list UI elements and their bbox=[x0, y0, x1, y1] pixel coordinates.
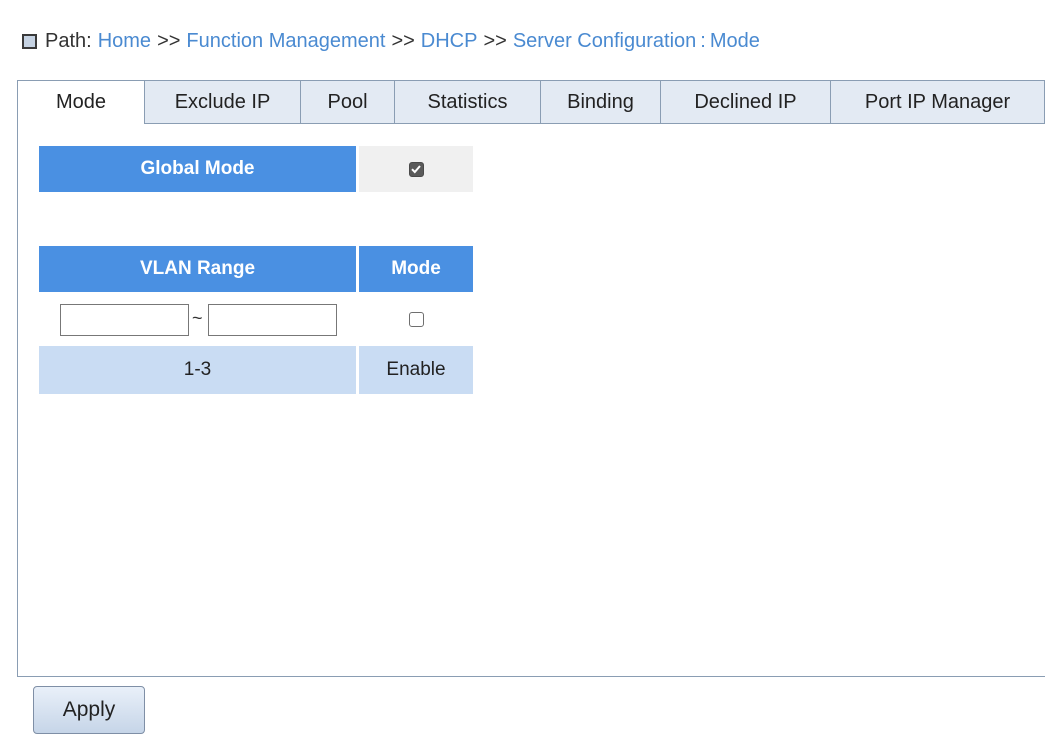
mode-header: Mode bbox=[359, 246, 473, 292]
breadcrumb-current-mode: Mode bbox=[709, 29, 760, 52]
global-mode-cell bbox=[359, 146, 473, 192]
range-tilde: ~ bbox=[192, 308, 203, 328]
dhcp-server-mode-page: Path: Home >> Function Management >> DHC… bbox=[0, 0, 1045, 740]
tab-pool[interactable]: Pool bbox=[301, 80, 395, 124]
breadcrumb-dhcp-link[interactable]: DHCP bbox=[421, 30, 478, 53]
vlan-range-end-input[interactable] bbox=[208, 304, 337, 336]
vlan-mode-cell[interactable]: Enable bbox=[359, 346, 473, 394]
path-square-icon bbox=[22, 33, 37, 49]
vlan-range-input-cell: ~ bbox=[39, 294, 356, 344]
breadcrumb-separator: >> bbox=[483, 29, 507, 52]
tab-statistics[interactable]: Statistics bbox=[395, 80, 541, 124]
vlan-mode-checkbox-cell bbox=[359, 294, 473, 344]
breadcrumb: Path: Home >> Function Management >> DHC… bbox=[22, 28, 760, 54]
checkmark-icon bbox=[411, 165, 421, 174]
apply-button[interactable]: Apply bbox=[33, 686, 145, 734]
global-mode-label: Global Mode bbox=[39, 146, 356, 192]
vlan-mode-checkbox[interactable] bbox=[408, 311, 424, 327]
tab-port-ip-manager[interactable]: Port IP Manager bbox=[831, 80, 1045, 124]
breadcrumb-function-management-link[interactable]: Function Management bbox=[186, 30, 385, 53]
tab-content-frame bbox=[17, 123, 1045, 677]
breadcrumb-colon: : bbox=[700, 29, 706, 52]
vlan-range-start-input[interactable] bbox=[60, 304, 189, 336]
tab-binding[interactable]: Binding bbox=[541, 80, 661, 124]
tab-mode[interactable]: Mode bbox=[17, 80, 145, 124]
vlan-range-cell[interactable]: 1-3 bbox=[39, 346, 356, 394]
breadcrumb-server-configuration-link[interactable]: Server Configuration bbox=[513, 30, 696, 53]
tab-exclude-ip[interactable]: Exclude IP bbox=[145, 80, 301, 124]
path-label: Path: bbox=[45, 29, 92, 52]
breadcrumb-home-link[interactable]: Home bbox=[98, 30, 151, 53]
breadcrumb-separator: >> bbox=[391, 29, 415, 52]
global-mode-checkbox[interactable] bbox=[408, 161, 424, 177]
tab-bar: Mode Exclude IP Pool Statistics Binding … bbox=[17, 80, 1045, 124]
vlan-range-header: VLAN Range bbox=[39, 246, 356, 292]
breadcrumb-separator: >> bbox=[157, 29, 181, 52]
tab-declined-ip[interactable]: Declined IP bbox=[661, 80, 831, 124]
